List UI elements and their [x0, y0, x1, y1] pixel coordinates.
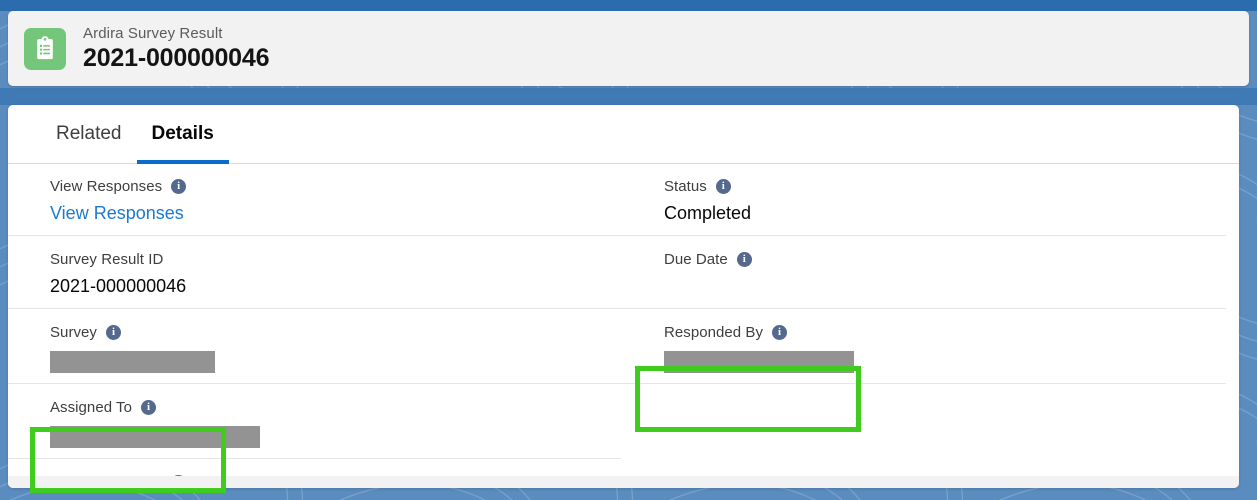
info-icon[interactable]: i: [772, 324, 788, 340]
field-label-text: Survey: [50, 323, 97, 341]
responded-by-value: [664, 348, 1214, 373]
redacted-value: [664, 351, 854, 373]
object-type-label: Ardira Survey Result: [83, 25, 223, 42]
field-label-text: Assigned To: [50, 398, 132, 416]
assigned-to-value: [50, 423, 609, 448]
tab-details-label: Details: [151, 123, 214, 144]
tab-bar: Related Details: [8, 105, 1239, 164]
status-value: Completed: [664, 203, 752, 223]
field-status: Status i Completed: [621, 164, 1226, 236]
survey-value: [50, 348, 609, 373]
info-icon[interactable]: i: [715, 178, 731, 194]
field-label: Responded By i: [664, 323, 1214, 341]
field-label: Due Date i: [664, 250, 1214, 268]
card-footer-strip: [8, 476, 1239, 488]
field-label: Survey i: [50, 323, 609, 341]
info-icon[interactable]: i: [141, 399, 156, 415]
field-label-text: View Responses: [50, 177, 163, 195]
survey-result-id-value: 2021-000000046: [50, 276, 187, 296]
field-label-text: Status: [664, 177, 707, 195]
info-icon[interactable]: i: [171, 178, 187, 194]
due-date-value: [664, 275, 1214, 298]
field-label: Survey Result ID: [50, 250, 609, 268]
record-detail-card: Related Details View Responses i View Re…: [8, 105, 1239, 488]
app-background: Ardira Survey Result 2021-000000046 Rela…: [0, 0, 1257, 500]
field-view-responses: View Responses i View Responses: [8, 164, 621, 236]
info-icon[interactable]: i: [736, 251, 752, 267]
field-assigned-to: Assigned To i: [8, 384, 621, 459]
redacted-value: [50, 426, 260, 448]
field-label-text: Responded By: [664, 323, 764, 341]
field-survey: Survey i: [8, 309, 621, 384]
record-header: Ardira Survey Result 2021-000000046: [8, 11, 1249, 86]
clipboard-list-icon: [24, 27, 66, 70]
view-responses-link[interactable]: View Responses: [50, 202, 609, 225]
field-label: Status i: [664, 177, 1214, 195]
top-accent-band: [0, 0, 1257, 11]
field-label: Assigned To i: [50, 398, 609, 416]
tab-related-label: Related: [56, 123, 122, 144]
tab-details[interactable]: Details: [136, 105, 230, 164]
field-label-text: Due Date: [664, 250, 728, 268]
page-title: 2021-000000046: [83, 44, 270, 72]
field-due-date: Due Date i: [621, 236, 1226, 309]
info-icon[interactable]: i: [106, 324, 121, 340]
field-label-text: Survey Result ID: [50, 250, 164, 268]
field-survey-result-id: Survey Result ID 2021-000000046: [8, 236, 621, 309]
field-label: View Responses i: [50, 177, 609, 195]
tab-related[interactable]: Related: [41, 105, 137, 163]
details-left-column: View Responses i View Responses Survey R…: [8, 164, 621, 488]
mid-accent-band: [0, 88, 1257, 105]
field-responded-by: Responded By i: [621, 309, 1226, 384]
redacted-value: [50, 351, 215, 373]
details-right-column: Status i Completed Due Date i Responded …: [621, 164, 1226, 384]
